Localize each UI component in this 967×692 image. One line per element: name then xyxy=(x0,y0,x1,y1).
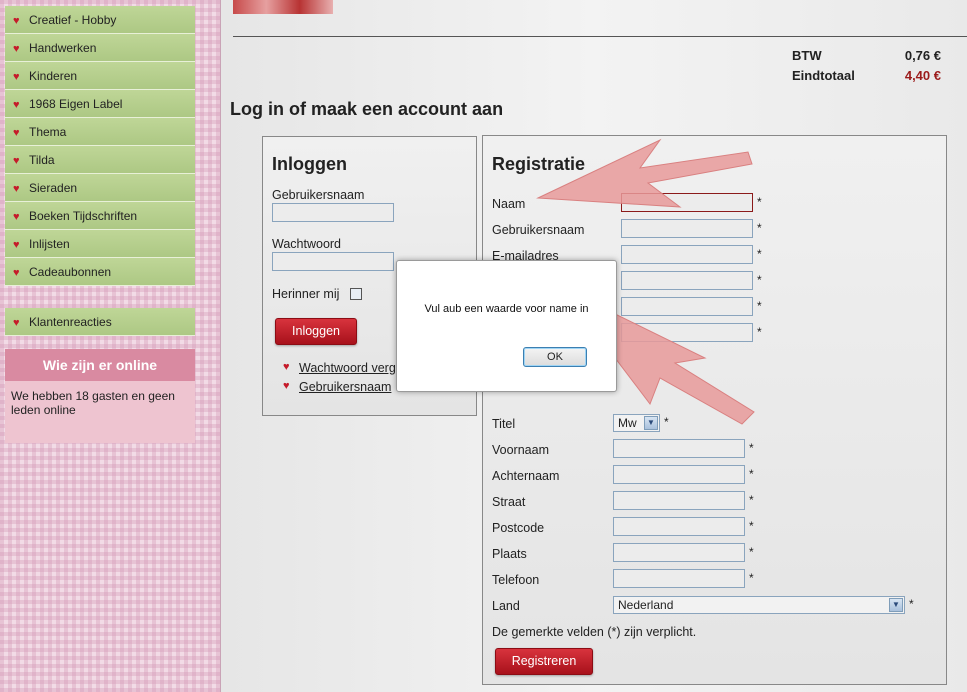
menu-item-sieraden[interactable]: ♥ Sieraden xyxy=(5,174,195,202)
password-input[interactable] xyxy=(621,297,753,316)
heart-icon: ♥ xyxy=(13,15,20,27)
total-value: 4,40 € xyxy=(904,68,941,83)
heart-icon: ♥ xyxy=(13,211,20,223)
required-note: De gemerkte velden (*) zijn verplicht. xyxy=(492,625,697,639)
required-mark: * xyxy=(749,441,754,455)
password-confirm-input[interactable] xyxy=(621,323,753,342)
remember-checkbox[interactable] xyxy=(350,288,362,300)
heart-icon: ♥ xyxy=(13,127,20,139)
name-label: Naam xyxy=(492,197,526,211)
email-confirm-input[interactable] xyxy=(621,271,753,290)
heart-icon: ♥ xyxy=(283,361,290,373)
required-mark: * xyxy=(749,571,754,585)
reg-username-label: Gebruikersnaam xyxy=(492,223,585,237)
menu-item-kinderen[interactable]: ♥ Kinderen xyxy=(5,62,195,90)
street-label: Straat xyxy=(492,495,526,509)
forgot-password-link[interactable]: Wachtwoord verg xyxy=(299,361,396,375)
login-title: Inloggen xyxy=(272,154,347,174)
category-menu: ♥ Creatief - Hobby ♥ Handwerken ♥ Kinderen … xyxy=(5,6,195,286)
remember-label: Herinner mij xyxy=(272,287,340,301)
left-sidebar: ♥ Creatief - Hobby ♥ Handwerken ♥ Kinderen … xyxy=(0,0,221,692)
heart-icon: ♥ xyxy=(13,239,20,251)
product-thumbnail xyxy=(233,0,333,14)
title-label: Titel xyxy=(492,417,516,431)
required-mark: * xyxy=(749,493,754,507)
required-mark: * xyxy=(757,221,762,235)
required-mark: * xyxy=(757,247,762,261)
required-mark: * xyxy=(909,597,914,611)
postcode-input[interactable] xyxy=(613,517,745,536)
required-mark: * xyxy=(749,467,754,481)
username-label: Gebruikersnaam xyxy=(272,188,365,202)
title-select[interactable]: Mw ▼ xyxy=(613,414,660,432)
heart-icon: ♥ xyxy=(13,317,20,329)
phone-input[interactable] xyxy=(613,569,745,588)
name-input[interactable] xyxy=(621,193,753,212)
total-label: Eindtotaal xyxy=(792,68,855,83)
required-mark: * xyxy=(749,519,754,533)
postcode-label: Postcode xyxy=(492,521,545,535)
menu-item-tilda[interactable]: ♥ Tilda xyxy=(5,146,195,174)
street-input[interactable] xyxy=(613,491,745,510)
firstname-label: Voornaam xyxy=(492,443,549,457)
divider xyxy=(233,36,967,37)
required-mark: * xyxy=(664,415,669,429)
heart-icon: ♥ xyxy=(13,183,20,195)
register-button[interactable]: Registreren xyxy=(495,648,593,675)
country-label: Land xyxy=(492,599,520,613)
menu-item-klantenreacties[interactable]: ♥ Klantenreacties xyxy=(5,308,195,336)
menu-item-inlijsten[interactable]: ♥ Inlijsten xyxy=(5,230,195,258)
menu-item-1968-eigen-label[interactable]: ♥ 1968 Eigen Label xyxy=(5,90,195,118)
username-input[interactable] xyxy=(272,203,394,222)
heart-icon: ♥ xyxy=(13,267,20,279)
menu-item-creatief-hobby[interactable]: ♥ Creatief - Hobby xyxy=(5,6,195,34)
registration-panel: Registratie Naam * Gebruikersnaam * E-ma… xyxy=(482,135,947,685)
lastname-label: Achternaam xyxy=(492,469,560,483)
password-input[interactable] xyxy=(272,252,394,271)
dialog-ok-button[interactable]: OK xyxy=(523,347,587,367)
chevron-down-icon: ▼ xyxy=(644,416,658,430)
reg-username-input[interactable] xyxy=(621,219,753,238)
registration-title: Registratie xyxy=(492,154,586,174)
email-input[interactable] xyxy=(621,245,753,264)
heart-icon: ♥ xyxy=(13,43,20,55)
firstname-input[interactable] xyxy=(613,439,745,458)
reviews-menu: ♥ Klantenreacties xyxy=(5,308,195,336)
heart-icon: ♥ xyxy=(13,155,20,167)
online-text: We hebben 18 gasten en geen leden online xyxy=(11,389,175,417)
menu-item-thema[interactable]: ♥ Thema xyxy=(5,118,195,146)
chevron-down-icon: ▼ xyxy=(889,598,903,612)
city-label: Plaats xyxy=(492,547,527,561)
alert-dialog: Vul aub een waarde voor name in OK xyxy=(396,260,617,392)
login-button[interactable]: Inloggen xyxy=(275,318,357,345)
menu-item-boeken-tijdschriften[interactable]: ♥ Boeken Tijdschriften xyxy=(5,202,195,230)
online-box: Wie zijn er online We hebben 18 gasten e… xyxy=(5,349,195,443)
page-title: Log in of maak een account aan xyxy=(230,99,504,119)
phone-label: Telefoon xyxy=(492,573,540,587)
heart-icon: ♥ xyxy=(283,380,290,392)
btw-label: BTW xyxy=(792,48,822,63)
required-mark: * xyxy=(757,273,762,287)
heart-icon: ♥ xyxy=(13,71,20,83)
menu-item-cadeaubonnen[interactable]: ♥ Cadeaubonnen xyxy=(5,258,195,286)
heart-icon: ♥ xyxy=(13,99,20,111)
lastname-input[interactable] xyxy=(613,465,745,484)
online-title: Wie zijn er online xyxy=(5,349,195,381)
required-mark: * xyxy=(757,299,762,313)
btw-value: 0,76 € xyxy=(904,48,941,63)
dialog-message: Vul aub een waarde voor name in xyxy=(424,303,589,315)
menu-item-handwerken[interactable]: ♥ Handwerken xyxy=(5,34,195,62)
required-mark: * xyxy=(757,195,762,209)
country-select[interactable]: Nederland ▼ xyxy=(613,596,905,614)
required-mark: * xyxy=(757,325,762,339)
city-input[interactable] xyxy=(613,543,745,562)
required-mark: * xyxy=(749,545,754,559)
password-label: Wachtwoord xyxy=(272,237,342,251)
